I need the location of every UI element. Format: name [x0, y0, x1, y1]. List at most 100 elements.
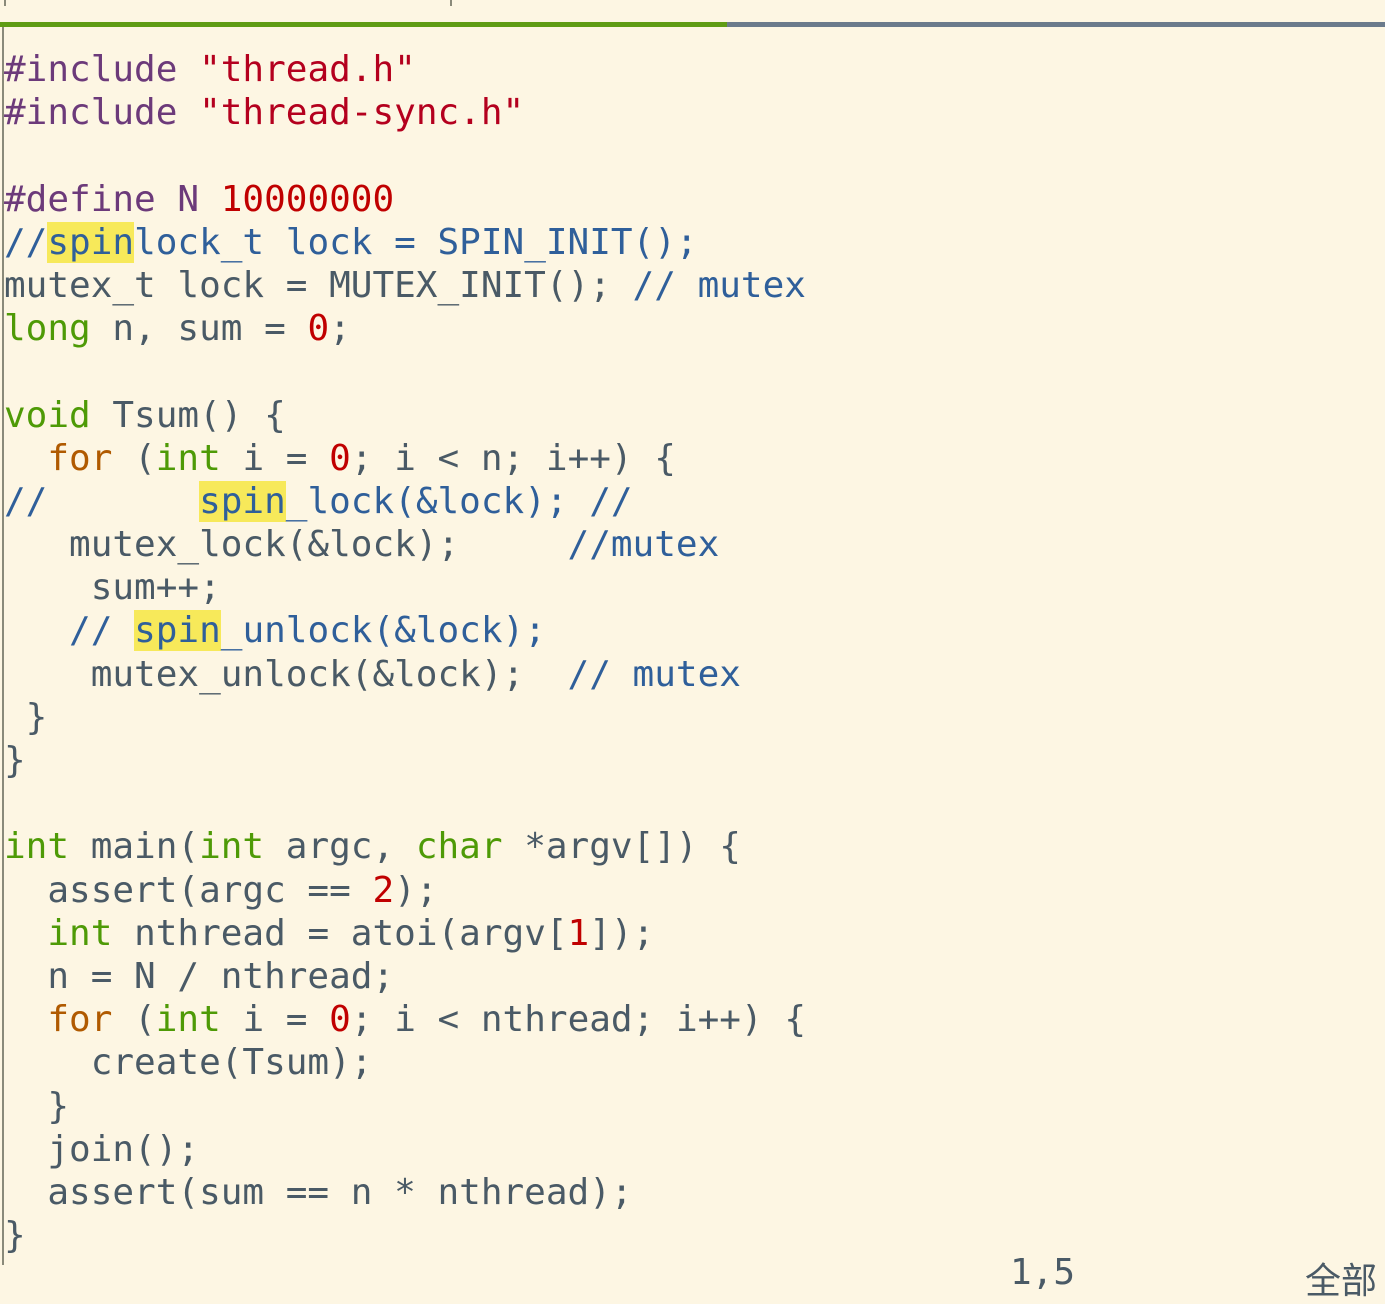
code-token: //	[69, 610, 135, 652]
code-line[interactable]	[4, 782, 806, 825]
code-editor[interactable]: #include "thread.h" #include "thread-sync…	[4, 48, 806, 1257]
code-token: sum++;	[4, 567, 221, 609]
code-token: assert(sum == n * nthread);	[4, 1171, 633, 1213]
code-line[interactable]: // spin_unlock(&lock);	[4, 609, 806, 652]
code-token: *argv[]) {	[502, 826, 741, 868]
window-top-border	[0, 0, 1385, 4]
code-token: _unlock(&lock);	[220, 610, 546, 652]
code-token: int	[4, 826, 70, 868]
code-line[interactable]: for (int i = 0; i < n; i++) {	[4, 437, 806, 480]
code-token: spin	[199, 480, 286, 522]
code-line[interactable]: assert(sum == n * nthread);	[4, 1171, 806, 1214]
code-token: spin	[47, 221, 135, 263]
code-line[interactable]: }	[4, 1214, 806, 1257]
code-token: main(	[69, 826, 200, 868]
code-line[interactable]: int main(int argc, char *argv[]) {	[4, 825, 806, 868]
code-token: mutex_t lock = MUTEX_INIT();	[4, 264, 633, 306]
code-line[interactable]: n = N / nthread;	[4, 955, 806, 998]
code-token: ; i < nthread; i++) {	[350, 999, 806, 1041]
code-token: for	[47, 437, 113, 479]
code-token: n, sum =	[90, 308, 308, 350]
code-token: int	[155, 437, 221, 479]
code-token: join();	[4, 1128, 200, 1170]
code-line[interactable]: sum++;	[4, 566, 806, 609]
code-token: int	[47, 912, 113, 954]
code-token: 0	[307, 308, 330, 350]
code-token: 2	[372, 869, 395, 911]
code-line[interactable]: assert(argc == 2);	[4, 869, 806, 912]
code-token: 10000000	[220, 178, 395, 220]
code-token: char	[415, 826, 503, 868]
code-line[interactable]	[4, 350, 806, 393]
code-token: int	[199, 826, 265, 868]
code-token: 1	[567, 912, 590, 954]
code-line[interactable]: #define N 10000000	[4, 178, 806, 221]
code-token: "thread-sync.h"	[199, 92, 525, 134]
code-token: (	[112, 999, 156, 1041]
code-line[interactable]: int nthread = atoi(argv[1]);	[4, 912, 806, 955]
code-token: //	[4, 221, 48, 263]
code-token: n = N / nthread;	[4, 955, 395, 997]
code-line[interactable]: join();	[4, 1128, 806, 1171]
code-line[interactable]: }	[4, 696, 806, 739]
code-token: void	[4, 394, 91, 436]
code-token: }	[4, 1215, 26, 1257]
code-line[interactable]: //spinlock_t lock = SPIN_INIT();	[4, 221, 806, 264]
code-line[interactable]: mutex_unlock(&lock); // mutex	[4, 653, 806, 696]
code-token: argc,	[264, 826, 416, 868]
status-cursor-position: 1,5	[1010, 1252, 1076, 1293]
code-token: }	[4, 740, 26, 781]
status-scroll-indicator: 全部	[1305, 1261, 1378, 1302]
code-token: i =	[220, 999, 330, 1041]
code-token: spin	[134, 610, 221, 652]
code-token: mutex_unlock(&lock);	[4, 653, 568, 695]
code-line[interactable]: mutex_t lock = MUTEX_INIT(); // mutex	[4, 264, 806, 307]
code-line[interactable]: for (int i = 0; i < nthread; i++) {	[4, 998, 806, 1041]
code-token: 0	[329, 437, 351, 479]
code-token: _lock(&lock); //	[285, 480, 633, 522]
code-token: #include	[4, 49, 200, 90]
code-token: Tsum() {	[90, 394, 286, 436]
code-line[interactable]: void Tsum() {	[4, 394, 806, 437]
code-token: i =	[220, 437, 330, 479]
code-token: }	[4, 696, 48, 738]
code-token: ;	[329, 308, 351, 350]
code-line[interactable]: long n, sum = 0;	[4, 307, 806, 350]
code-line[interactable]: mutex_lock(&lock); //mutex	[4, 523, 806, 566]
code-token: assert(argc ==	[4, 869, 373, 911]
code-token: "thread.h"	[199, 49, 416, 90]
code-token: // mutex	[632, 264, 806, 306]
code-token: int	[155, 999, 221, 1041]
scroll-progress-bar	[0, 22, 1385, 27]
code-line[interactable]: #include "thread.h"	[4, 48, 806, 91]
code-token: nthread = atoi(argv[	[112, 912, 568, 954]
code-token: (	[112, 437, 156, 479]
top-border-tick-middle	[450, 0, 452, 6]
code-token: #include	[4, 92, 200, 134]
code-token: create(Tsum);	[4, 1042, 373, 1084]
code-token: //mutex	[567, 524, 720, 566]
code-token: //	[4, 480, 200, 522]
code-line[interactable]: // spin_lock(&lock); //	[4, 480, 806, 523]
code-token: ; i < n; i++) {	[350, 437, 676, 479]
top-border-tick-left	[4, 0, 6, 6]
code-token: 0	[329, 999, 351, 1041]
code-token: ]);	[589, 912, 655, 954]
code-line[interactable]: #include "thread-sync.h"	[4, 91, 806, 134]
code-token: // mutex	[567, 653, 741, 695]
code-line[interactable]: create(Tsum);	[4, 1041, 806, 1084]
code-line[interactable]	[4, 134, 806, 177]
code-token: mutex_lock(&lock);	[4, 524, 568, 566]
code-token: long	[4, 308, 91, 350]
code-token: }	[4, 1085, 70, 1127]
code-line[interactable]: }	[4, 1085, 806, 1128]
code-token: lock_t lock = SPIN_INIT();	[134, 221, 698, 263]
code-token: for	[47, 999, 113, 1041]
scroll-progress-fill	[0, 22, 728, 27]
code-token: #define N	[4, 178, 221, 220]
code-line[interactable]: }	[4, 739, 806, 782]
